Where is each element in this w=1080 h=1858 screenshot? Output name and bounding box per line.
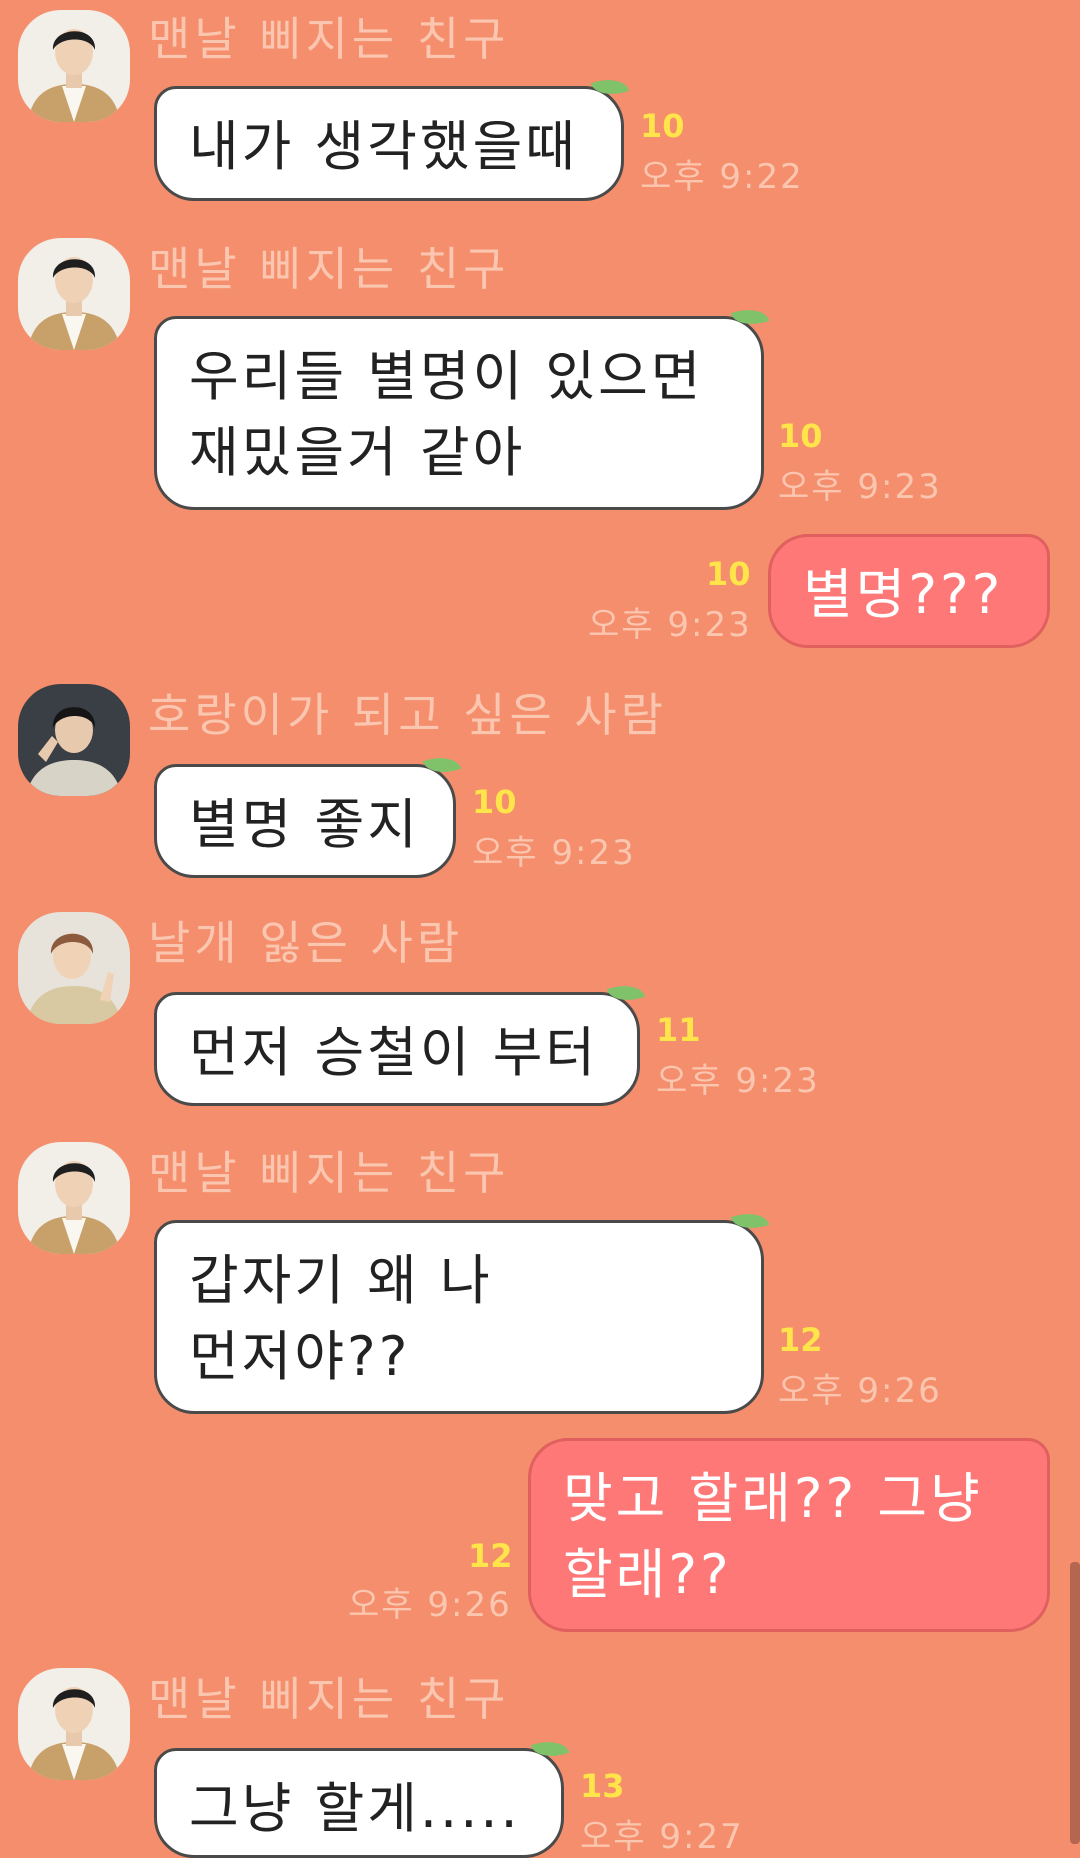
message-text: 먼저 승철이 부터 xyxy=(189,1021,599,1084)
unread-count: 10 xyxy=(472,783,517,821)
unread-count: 13 xyxy=(580,1767,625,1805)
chat-message: 호랑이가 되고 싶은 사람 별명 좋지 10 오후 9:23 xyxy=(0,676,1080,896)
message-text-line: 우리들 별명이 있으면 xyxy=(189,345,704,408)
message-bubble[interactable]: 맞고 할래?? 그냥 할래?? xyxy=(528,1438,1050,1632)
sender-name: 맨날 삐지는 친구 xyxy=(148,12,510,66)
message-text: 별명 좋지 xyxy=(189,793,420,856)
leaf-icon xyxy=(730,301,770,333)
leaf-icon xyxy=(422,749,462,781)
chat-message: 맨날 삐지는 친구 갑자기 왜 나 먼저야?? 12 오후 9:26 xyxy=(0,1134,1080,1434)
profile-photo xyxy=(18,238,130,350)
sender-name: 맨날 삐지는 친구 xyxy=(148,242,510,296)
unread-count: 11 xyxy=(656,1011,701,1049)
message-text-line: 할래?? xyxy=(563,1543,732,1606)
profile-photo xyxy=(18,1668,130,1780)
profile-photo xyxy=(18,684,130,796)
message-bubble[interactable]: 그냥 할게..... xyxy=(154,1733,570,1858)
chat-room[interactable]: 맨날 삐지는 친구 내가 생각했을때 10 오후 9:22 맨날 삐지는 친구 … xyxy=(0,0,1080,1858)
chat-message: 10 오후 9:23 별명??? xyxy=(0,530,1080,660)
chat-message: 맨날 삐지는 친구 그냥 할게..... 13 오후 9:27 xyxy=(0,1660,1080,1858)
avatar[interactable] xyxy=(18,684,130,796)
message-text: 내가 생각했을때 xyxy=(189,115,578,178)
message-text-line: 재밌을거 같아 xyxy=(189,421,526,484)
chat-message: 12 오후 9:26 맞고 할래?? 그냥 할래?? xyxy=(0,1436,1080,1636)
sender-name: 맨날 삐지는 친구 xyxy=(148,1672,510,1726)
message-text: 그냥 할게..... xyxy=(189,1777,521,1840)
message-bubble[interactable]: 별명??? xyxy=(768,534,1050,648)
profile-photo xyxy=(18,1142,130,1254)
message-bubble[interactable]: 내가 생각했을때 xyxy=(154,71,630,201)
message-text: 별명??? xyxy=(803,563,1004,626)
leaf-icon xyxy=(590,71,630,103)
message-bubble[interactable]: 별명 좋지 xyxy=(154,749,462,878)
avatar[interactable] xyxy=(18,10,130,122)
leaf-icon xyxy=(530,1733,570,1765)
timestamp: 오후 9:23 xyxy=(778,467,942,507)
timestamp: 오후 9:26 xyxy=(348,1585,512,1625)
chat-message: 날개 잃은 사람 먼저 승철이 부터 11 오후 9:23 xyxy=(0,904,1080,1124)
message-text-line: 먼저야?? xyxy=(189,1325,411,1388)
sender-name: 맨날 삐지는 친구 xyxy=(148,1146,510,1200)
unread-count: 10 xyxy=(778,417,823,455)
sender-name: 날개 잃은 사람 xyxy=(148,916,464,970)
sender-name: 호랑이가 되고 싶은 사람 xyxy=(148,688,668,742)
message-text-line: 맞고 할래?? 그냥 xyxy=(563,1467,983,1530)
profile-photo xyxy=(18,10,130,122)
timestamp: 오후 9:23 xyxy=(588,605,752,645)
message-text-line: 갑자기 왜 나 xyxy=(189,1249,493,1312)
avatar[interactable] xyxy=(18,912,130,1024)
message-bubble[interactable]: 갑자기 왜 나 먼저야?? xyxy=(154,1205,770,1414)
avatar[interactable] xyxy=(18,1668,130,1780)
avatar[interactable] xyxy=(18,1142,130,1254)
unread-count: 10 xyxy=(706,555,751,593)
message-bubble[interactable]: 먼저 승철이 부터 xyxy=(154,977,646,1106)
unread-count: 12 xyxy=(468,1537,513,1575)
profile-photo xyxy=(18,912,130,1024)
message-bubble[interactable]: 우리들 별명이 있으면 재밌을거 같아 xyxy=(154,301,770,510)
timestamp: 오후 9:23 xyxy=(472,833,636,873)
chat-message: 맨날 삐지는 친구 내가 생각했을때 10 오후 9:22 xyxy=(0,0,1080,230)
leaf-icon xyxy=(730,1205,770,1237)
timestamp: 오후 9:22 xyxy=(640,157,804,197)
timestamp: 오후 9:27 xyxy=(580,1817,744,1857)
avatar[interactable] xyxy=(18,238,130,350)
timestamp: 오후 9:26 xyxy=(778,1371,942,1411)
chat-message: 맨날 삐지는 친구 우리들 별명이 있으면 재밌을거 같아 10 오후 9:23 xyxy=(0,230,1080,530)
unread-count: 10 xyxy=(640,107,685,145)
timestamp: 오후 9:23 xyxy=(656,1061,820,1101)
scrollbar[interactable] xyxy=(1070,1562,1080,1844)
leaf-icon xyxy=(606,977,646,1009)
unread-count: 12 xyxy=(778,1321,823,1359)
